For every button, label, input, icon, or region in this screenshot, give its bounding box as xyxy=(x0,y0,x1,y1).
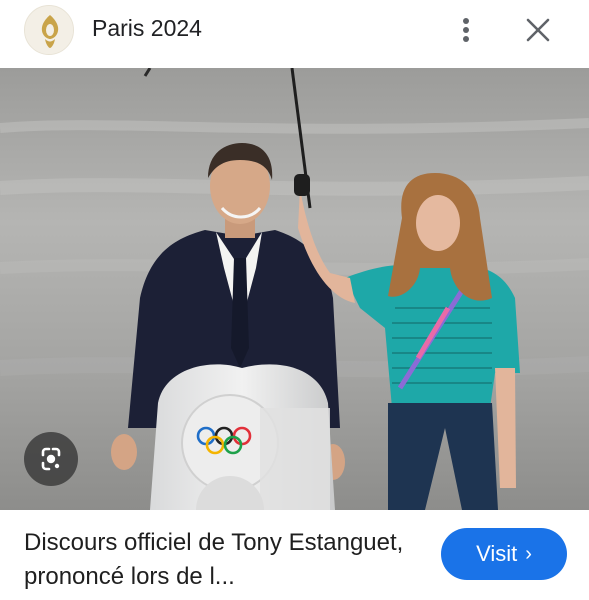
google-lens-icon xyxy=(41,447,61,471)
more-vertical-icon xyxy=(463,18,469,42)
panel-header: Paris 2024 xyxy=(0,0,589,68)
visit-label: Visit xyxy=(476,541,518,566)
visit-button[interactable]: Visit › xyxy=(441,528,567,580)
google-lens-button[interactable] xyxy=(24,432,78,486)
chevron-right-icon: › xyxy=(525,542,532,565)
close-button[interactable] xyxy=(520,12,556,48)
paris-2024-logo-icon xyxy=(24,5,74,55)
more-options-button[interactable] xyxy=(452,12,480,48)
result-caption[interactable]: Discours officiel de Tony Estanguet, pro… xyxy=(24,526,424,594)
source-title: Paris 2024 xyxy=(92,15,202,41)
result-image[interactable] xyxy=(0,68,589,510)
ceremony-photo xyxy=(0,68,589,510)
close-icon xyxy=(526,18,550,42)
